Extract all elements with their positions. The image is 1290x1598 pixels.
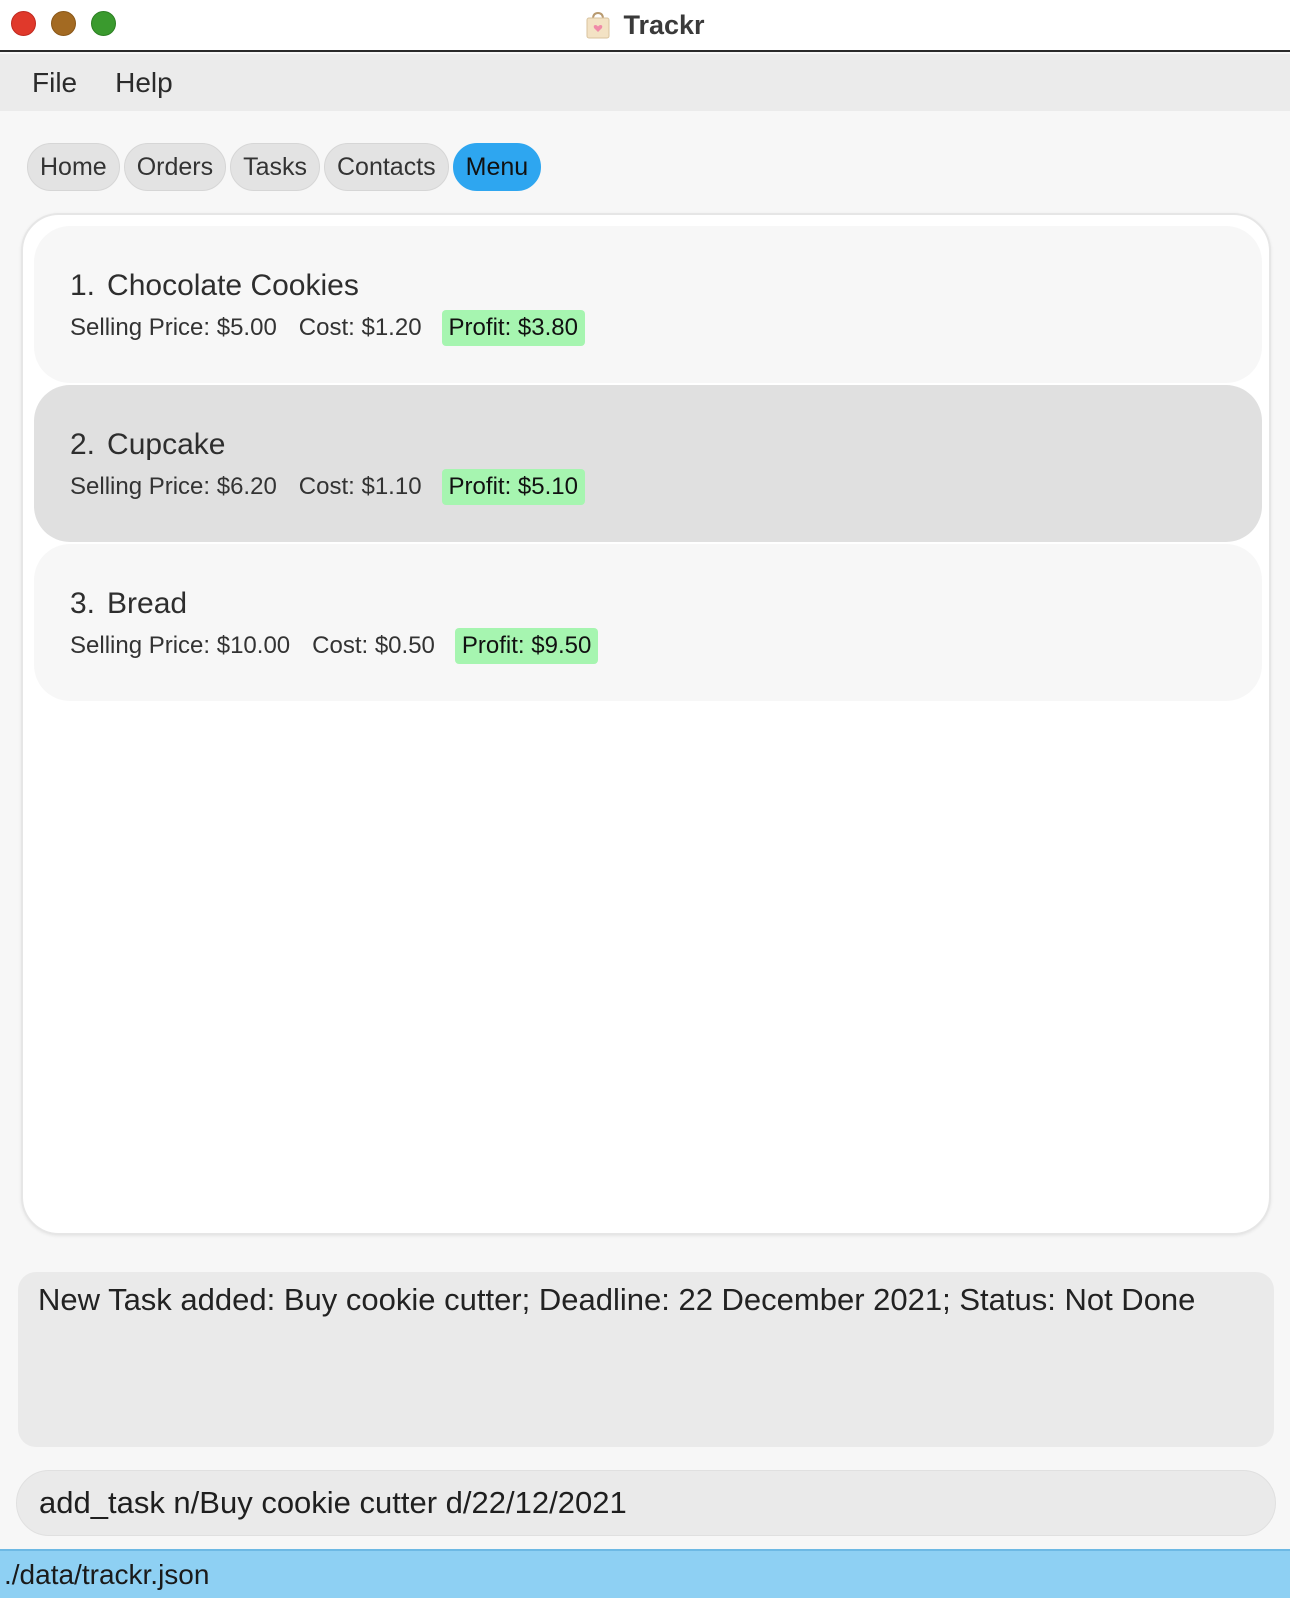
tab-tasks[interactable]: Tasks <box>230 143 320 191</box>
menu-file[interactable]: File <box>32 67 77 99</box>
menu-item-list[interactable]: 1. Chocolate Cookies Selling Price: $5.00… <box>21 213 1271 1235</box>
menu-item-details: Selling Price: $6.20 Cost: $1.10 Profit:… <box>70 469 585 505</box>
window-title: Trackr <box>623 9 705 40</box>
profit-badge: Profit: $9.50 <box>454 628 599 664</box>
menu-item-name-line: 2. Cupcake <box>70 428 225 462</box>
menu-item-card[interactable]: 1. Chocolate Cookies Selling Price: $5.00… <box>34 226 1262 383</box>
menu-item-name: Bread <box>107 587 188 620</box>
menu-item-name-line: 1. Chocolate Cookies <box>70 269 359 303</box>
menu-bar: File Help <box>0 54 1290 111</box>
menu-item-details: Selling Price: $10.00 Cost: $0.50 Profit… <box>70 628 599 664</box>
menu-item-card[interactable]: 3. Bread Selling Price: $10.00 Cost: $0.5… <box>34 544 1262 701</box>
command-box[interactable] <box>16 1470 1276 1536</box>
menu-item-index: 3. <box>70 587 96 620</box>
menu-item-card[interactable]: 2. Cupcake Selling Price: $6.20 Cost: $1.… <box>34 385 1262 542</box>
title-wrap: Trackr <box>0 0 1290 50</box>
tab-menu[interactable]: Menu <box>452 143 542 191</box>
tab-home[interactable]: Home <box>27 143 120 191</box>
app-window: Trackr File Help Home Orders Tasks Conta… <box>0 0 1290 1598</box>
shopping-bag-icon <box>585 11 611 39</box>
menu-item-details: Selling Price: $5.00 Cost: $1.20 Profit:… <box>70 310 585 346</box>
command-input[interactable] <box>39 1485 1275 1521</box>
selling-price: Selling Price: $5.00 <box>70 314 277 341</box>
cost: Cost: $1.10 <box>298 473 422 500</box>
profit-badge: Profit: $3.80 <box>441 310 585 346</box>
tab-contacts[interactable]: Contacts <box>324 143 449 191</box>
result-display: New Task added: Buy cookie cutter; Deadl… <box>18 1272 1274 1447</box>
menu-help[interactable]: Help <box>115 67 173 99</box>
menu-item-name: Cupcake <box>107 428 226 461</box>
cost: Cost: $1.20 <box>298 314 422 341</box>
menu-item-name-line: 3. Bread <box>70 587 187 621</box>
tab-bar: Home Orders Tasks Contacts Menu <box>27 143 542 191</box>
profit-badge: Profit: $5.10 <box>441 469 585 505</box>
selling-price: Selling Price: $6.20 <box>70 473 277 500</box>
cost: Cost: $0.50 <box>312 632 435 659</box>
menu-item-index: 1. <box>70 269 96 302</box>
selling-price: Selling Price: $10.00 <box>70 632 291 659</box>
title-bar: Trackr <box>0 0 1290 52</box>
tab-orders[interactable]: Orders <box>123 143 227 191</box>
status-bar-file-path: ./data/trackr.json <box>0 1549 1290 1598</box>
menu-item-index: 2. <box>70 428 96 461</box>
menu-item-name: Chocolate Cookies <box>107 269 359 302</box>
